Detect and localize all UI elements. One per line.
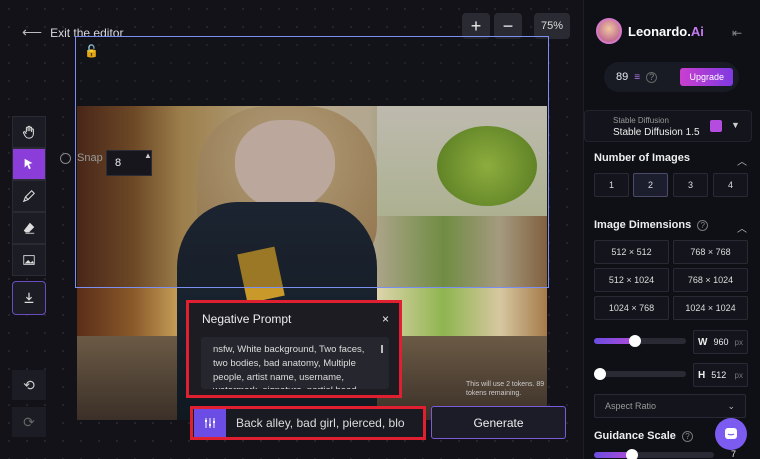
erase-tool[interactable] (12, 212, 46, 244)
model-icon (710, 120, 722, 132)
dim-512x512[interactable]: 512 × 512 (594, 240, 669, 264)
brand-suffix: Ai (690, 23, 704, 39)
num-images-4[interactable]: 4 (713, 173, 748, 197)
tool-palette (12, 116, 46, 276)
chevron-down-icon: ⌄ (727, 400, 735, 411)
num-images-1[interactable]: 1 (594, 173, 629, 197)
token-balance: 89 ≡ ? Upgrade (604, 62, 739, 92)
close-icon[interactable]: × (382, 312, 389, 326)
model-name: Stable Diffusion 1.5 (613, 127, 700, 138)
dim-768x1024[interactable]: 768 × 1024 (673, 268, 748, 292)
help-icon[interactable]: ? (646, 71, 658, 83)
pan-tool[interactable] (12, 116, 46, 148)
aspect-ratio-label: Aspect Ratio (605, 401, 657, 411)
height-key: H (698, 369, 706, 381)
undo-icon: ⟲ (23, 376, 35, 393)
width-slider[interactable] (594, 335, 686, 347)
chat-icon (725, 428, 737, 439)
prompt-input[interactable]: Back alley, bad girl, pierced, blo (236, 416, 416, 430)
brush-icon (22, 190, 35, 203)
height-unit: px (734, 370, 743, 380)
model-selector[interactable]: Stable Diffusion Stable Diffusion 1.5 ▼ (584, 110, 752, 142)
dim-1024x1024[interactable]: 1024 × 1024 (673, 296, 748, 320)
negative-prompt-input[interactable]: nsfw, White background, Two faces, two b… (201, 337, 389, 389)
download-icon (24, 292, 34, 303)
arrow-left-icon: ⟵ (22, 24, 43, 40)
width-key: W (698, 336, 708, 348)
number-of-images-title: Number of Images (594, 152, 690, 164)
width-input[interactable]: W 960 px (693, 330, 748, 354)
num-images-3[interactable]: 3 (673, 173, 708, 197)
select-tool[interactable] (12, 148, 46, 180)
redo-icon: ⟳ (23, 413, 35, 430)
chat-support-button[interactable] (715, 418, 747, 450)
token-count: 89 (616, 71, 629, 83)
draw-tool[interactable] (12, 180, 46, 212)
cursor-icon (24, 158, 33, 170)
num-images-2[interactable]: 2 (633, 173, 668, 197)
negative-prompt-text: nsfw, White background, Two faces, two b… (213, 344, 365, 389)
dim-768x768[interactable]: 768 × 768 (673, 240, 748, 264)
snap-toggle[interactable]: Snap (60, 152, 103, 164)
collapse-sidebar-icon[interactable]: ⇤ (732, 26, 742, 40)
snap-label: Snap (77, 152, 103, 164)
snap-radio[interactable] (60, 152, 71, 164)
image-icon (23, 255, 35, 265)
chevron-up-icon[interactable]: ︿ (737, 153, 747, 168)
help-icon[interactable]: ? (697, 219, 709, 231)
chevron-down-icon: ▼ (731, 120, 740, 130)
model-caption: Stable Diffusion (613, 116, 669, 125)
token-note: This will use 2 tokens. 89 tokens remain… (466, 381, 545, 398)
brand: Leonardo.Ai (596, 18, 704, 44)
lock-icon[interactable]: 🔓 (84, 44, 99, 58)
prompt-bar: Back alley, bad girl, pierced, blo (190, 406, 426, 440)
height-input[interactable]: H 512 px (693, 363, 748, 387)
negative-prompt-panel: Negative Prompt × nsfw, White background… (186, 300, 402, 398)
height-slider[interactable] (594, 368, 686, 380)
dim-512x1024[interactable]: 512 × 1024 (594, 268, 669, 292)
chevron-up-icon[interactable]: ︿ (737, 220, 747, 235)
eraser-icon (23, 222, 35, 234)
height-slider-knob[interactable] (594, 368, 606, 380)
aspect-ratio-dropdown[interactable]: Aspect Ratio ⌄ (594, 394, 746, 418)
width-value: 960 (713, 337, 729, 347)
guidance-slider[interactable] (594, 449, 714, 459)
generate-button[interactable]: Generate (431, 406, 566, 439)
dim-1024x768[interactable]: 1024 × 768 (594, 296, 669, 320)
hand-icon (23, 125, 34, 139)
image-dimensions-title: Image Dimensions? (594, 219, 709, 231)
guidance-scale-title: Guidance Scale? (594, 430, 693, 442)
negative-prompt-title: Negative Prompt (202, 312, 292, 326)
scrollbar[interactable] (381, 345, 383, 353)
sliders-icon (205, 418, 215, 428)
width-unit: px (734, 337, 743, 347)
stepper-up-icon[interactable]: ▲ (144, 151, 152, 160)
image-tool[interactable] (12, 244, 46, 276)
help-icon[interactable]: ? (681, 430, 693, 442)
undo-button[interactable]: ⟲ (12, 370, 46, 400)
token-stack-icon: ≡ (634, 71, 641, 83)
download-button[interactable] (12, 281, 46, 315)
brand-name: Leonardo. (628, 23, 691, 39)
guidance-slider-knob[interactable] (626, 449, 638, 459)
redo-button[interactable]: ⟳ (12, 407, 46, 437)
guidance-value: 7 (731, 449, 737, 459)
prompt-settings-button[interactable] (194, 409, 226, 437)
upgrade-button[interactable]: Upgrade (680, 68, 733, 86)
height-value: 512 (711, 370, 727, 380)
avatar[interactable] (596, 18, 622, 44)
